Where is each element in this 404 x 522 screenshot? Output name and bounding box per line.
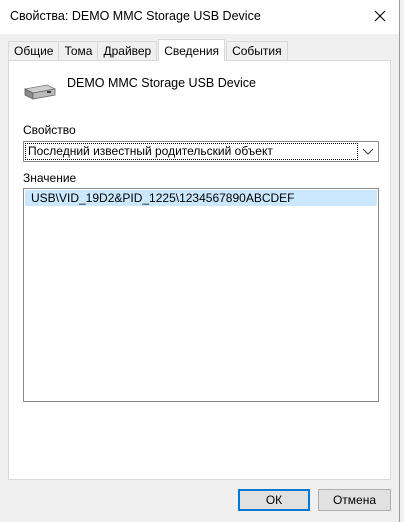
value-listbox[interactable]: USB\VID_19D2&PID_1225\1234567890ABCDEF: [23, 188, 379, 402]
details-panel: DEMO MMC Storage USB Device Свойство Пос…: [8, 60, 391, 480]
chevron-down-icon: [362, 148, 374, 155]
tab-volumes[interactable]: Тома: [58, 41, 99, 60]
device-name: DEMO MMC Storage USB Device: [67, 76, 256, 90]
cancel-button[interactable]: Отмена: [318, 489, 391, 511]
window-title: Свойства: DEMO MMC Storage USB Device: [10, 9, 261, 23]
tab-events[interactable]: События: [226, 41, 288, 60]
tab-general[interactable]: Общие: [8, 41, 60, 60]
tab-details[interactable]: Сведения: [158, 39, 226, 61]
title-bar: Свойства: DEMO MMC Storage USB Device: [0, 0, 399, 34]
close-button[interactable]: [365, 2, 395, 30]
close-icon: [374, 10, 386, 22]
property-dropdown[interactable]: Последний известный родительский объект: [23, 141, 379, 162]
properties-dialog: Свойства: DEMO MMC Storage USB Device Об…: [0, 0, 400, 522]
ok-button[interactable]: ОК: [238, 489, 310, 511]
list-item[interactable]: USB\VID_19D2&PID_1225\1234567890ABCDEF: [25, 190, 377, 206]
property-selected-value: Последний известный родительский объект: [25, 143, 358, 160]
tab-strip: Общие Тома Драйвер Сведения События: [8, 39, 288, 61]
tab-driver[interactable]: Драйвер: [97, 41, 158, 60]
property-label: Свойство: [23, 123, 76, 137]
usb-drive-icon: [23, 84, 57, 100]
value-label: Значение: [23, 171, 77, 185]
